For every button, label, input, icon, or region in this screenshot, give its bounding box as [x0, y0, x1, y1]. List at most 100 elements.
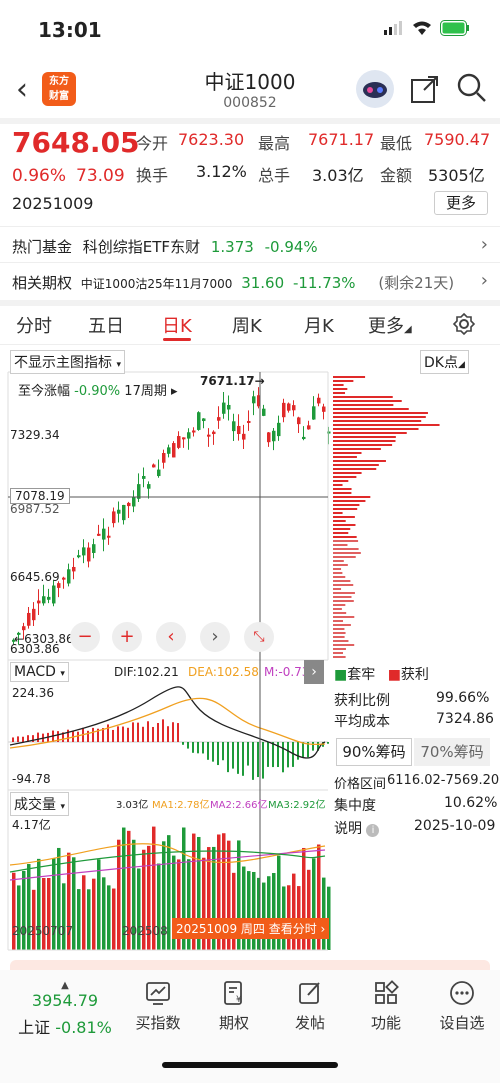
chip-bar — [333, 496, 371, 498]
options-button[interactable]: ¥ 期权 — [204, 980, 264, 1033]
main-indicator-select[interactable]: 不显示主图指标 ▾ — [10, 350, 125, 374]
quote-date: 20251009 — [12, 194, 94, 213]
index-value: 3954.79 — [31, 991, 99, 1010]
candle-body — [187, 432, 191, 439]
chip-bar — [333, 524, 356, 526]
since-change[interactable]: 至今涨幅 -0.90% 17周期 ▸ — [18, 380, 178, 399]
candle-body — [27, 612, 31, 626]
macd-bar — [182, 742, 184, 745]
profit-square-icon: ■ — [387, 667, 401, 683]
zoom-out-button[interactable]: − — [70, 622, 100, 652]
macd-bar — [77, 731, 79, 742]
scroll-left-button[interactable]: ‹ — [156, 622, 186, 652]
volume-ma1-line — [9, 843, 326, 866]
chip-bar — [333, 528, 351, 530]
chip-bar — [333, 460, 386, 462]
volume-bar — [107, 885, 111, 950]
wifi-icon — [413, 21, 431, 35]
chip-bar — [333, 508, 358, 510]
post-label: 发帖 — [294, 1014, 325, 1032]
candle-body — [162, 453, 166, 463]
macd-bar — [137, 722, 139, 742]
dif-line — [9, 686, 326, 759]
macd-select[interactable]: MACD ▾ — [10, 662, 69, 682]
candle-body — [242, 433, 246, 440]
macd-bar — [297, 742, 299, 760]
candle-body — [257, 395, 261, 407]
change-pct: 0.96% — [12, 166, 67, 186]
macd-histogram — [8, 719, 329, 780]
option-price: 31.60 — [241, 274, 285, 292]
candle-body — [267, 432, 271, 443]
chip-bar — [333, 628, 345, 630]
tab-monthly-k[interactable]: 月K — [304, 312, 334, 338]
assistant-avatar[interactable] — [356, 70, 394, 108]
share-icon[interactable] — [410, 74, 440, 104]
note-row[interactable]: 说明 i — [334, 818, 380, 838]
candle-body — [217, 417, 221, 421]
chips-90-tab[interactable]: 90%筹码 — [336, 738, 412, 766]
chip-distribution-bars — [333, 376, 440, 658]
functions-button[interactable]: 功能 — [356, 980, 416, 1033]
chip-bar — [333, 376, 366, 378]
chips-70-tab[interactable]: 70%筹码 — [414, 738, 490, 766]
macd-bar — [307, 742, 309, 758]
since-label: 至今涨幅 — [18, 384, 71, 399]
chip-bar — [333, 488, 352, 490]
low-label: 最低 — [380, 134, 413, 153]
cursor-date-tip[interactable]: 20251009 周四 查看分时 › — [172, 918, 330, 939]
collapse-panel-button[interactable]: › — [304, 660, 324, 684]
info-icon: i — [366, 824, 380, 837]
volume-label: 成交量 — [14, 797, 56, 813]
tab-more-label: 更多 — [368, 316, 404, 337]
add-watchlist-button[interactable]: 设自选 — [432, 980, 492, 1033]
chip-bar — [333, 436, 396, 438]
more-quote-button[interactable]: 更多 — [434, 191, 488, 215]
avg-cost-label: 平均成本 — [334, 714, 390, 730]
macd-bar — [22, 736, 24, 742]
settings-icon[interactable] — [452, 312, 476, 336]
chip-bar — [333, 424, 440, 426]
chip-bar — [333, 560, 344, 562]
macd-bar — [52, 730, 54, 742]
tab-five-day[interactable]: 五日 — [88, 312, 124, 338]
macd-bar — [252, 742, 254, 780]
volume-ma2: MA2:2.66亿 — [210, 800, 268, 811]
trap-square-icon: ■ — [334, 667, 348, 683]
macd-bar — [232, 742, 234, 769]
macd-label: MACD — [14, 664, 56, 680]
chip-bar — [333, 492, 352, 494]
hot-fund-name: 科创综指ETF东财 — [82, 238, 201, 256]
macd-bar — [177, 723, 179, 742]
search-icon[interactable] — [456, 72, 488, 104]
post-button[interactable]: 发帖 — [280, 980, 340, 1033]
zoom-in-button[interactable]: + — [112, 622, 142, 652]
hot-fund-row[interactable]: 热门基金 科创综指ETF东财 1.373 -0.94% › — [12, 234, 492, 262]
volume-bar — [257, 877, 261, 950]
macd-bar — [327, 742, 329, 744]
chip-bar — [333, 568, 342, 570]
buy-index-button[interactable]: 买指数 — [128, 980, 188, 1033]
tab-daily-k[interactable]: 日K — [162, 312, 192, 338]
tab-intraday[interactable]: 分时 — [16, 312, 52, 338]
tab-more[interactable]: 更多◢ — [368, 312, 412, 338]
index-ticker[interactable]: ▲ 3954.79 上证 -0.81% — [10, 980, 120, 1038]
option-row[interactable]: 相关期权 中证1000沽25年11月7000 31.60 -11.73% (剩余… — [12, 270, 492, 298]
more-dots-icon — [450, 981, 474, 1005]
tab-weekly-k[interactable]: 周K — [232, 312, 262, 338]
dk-point-select[interactable]: DK点◢ — [420, 350, 469, 374]
candle-body — [172, 443, 176, 458]
add-watchlist-label: 设自选 — [439, 1014, 485, 1032]
fullscreen-button[interactable]: ⤡ — [244, 622, 274, 652]
macd-bar — [112, 729, 114, 742]
macd-bar — [147, 721, 149, 742]
macd-bar — [257, 742, 259, 778]
dea-line — [9, 697, 326, 749]
volume-select[interactable]: 成交量 ▾ — [10, 792, 69, 816]
macd-bar — [132, 722, 134, 742]
volume-axis-top: 4.17亿 — [12, 818, 51, 832]
price-axis-label: 6645.69 — [10, 570, 60, 584]
macd-bar — [172, 722, 174, 742]
scroll-right-button[interactable]: › — [200, 622, 230, 652]
candle-body — [312, 406, 316, 420]
